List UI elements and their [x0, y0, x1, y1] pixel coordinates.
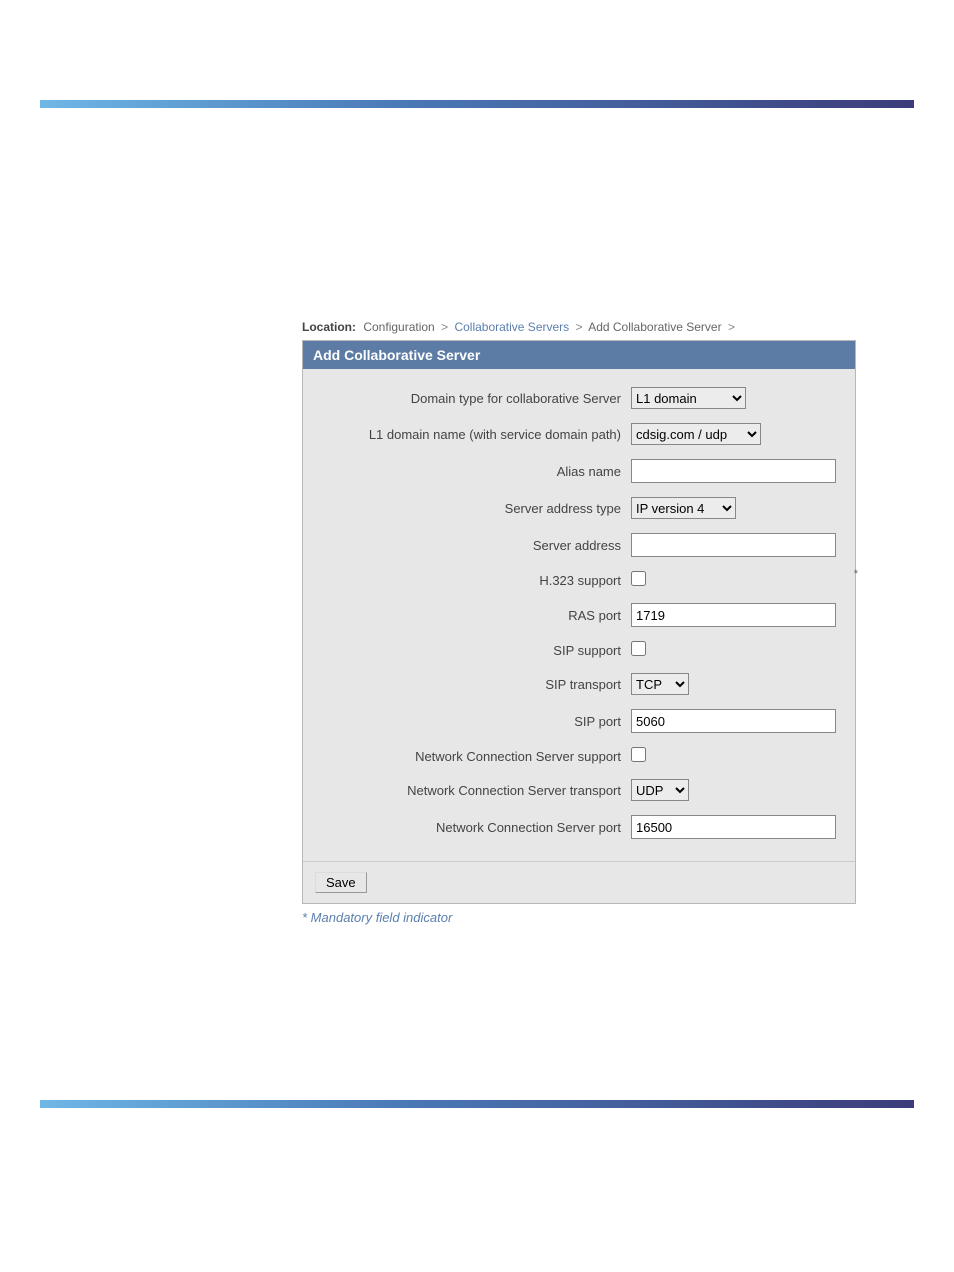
ras-port-input[interactable]	[631, 603, 836, 627]
mandatory-asterisk-icon: *	[854, 568, 858, 580]
breadcrumb-item-configuration: Configuration	[363, 320, 434, 334]
add-collaborative-server-panel: Add Collaborative Server Domain type for…	[302, 340, 856, 904]
row-domain-type: Domain type for collaborative Server L1 …	[321, 387, 837, 409]
breadcrumb-sep: >	[441, 320, 448, 334]
mandatory-field-note: * Mandatory field indicator	[302, 910, 856, 925]
server-address-type-select[interactable]: IP version 4	[631, 497, 736, 519]
domain-type-select[interactable]: L1 domain	[631, 387, 746, 409]
row-sip-transport: SIP transport TCP	[321, 673, 837, 695]
save-row: Save	[303, 861, 855, 903]
row-l1-domain-name: L1 domain name (with service domain path…	[321, 423, 837, 445]
row-sip-support: SIP support	[321, 641, 837, 659]
breadcrumb-link-collaborative-servers[interactable]: Collaborative Servers	[454, 320, 569, 334]
label-server-address-type: Server address type	[321, 501, 631, 516]
breadcrumb: Location: Configuration > Collaborative …	[302, 320, 856, 334]
row-alias-name: Alias name	[321, 459, 837, 483]
breadcrumb-item-add-collaborative-server: Add Collaborative Server	[588, 320, 721, 334]
form-body: Domain type for collaborative Server L1 …	[303, 369, 855, 861]
alias-name-input[interactable]	[631, 459, 836, 483]
l1-domain-name-select[interactable]: cdsig.com / udp	[631, 423, 761, 445]
label-ncs-support: Network Connection Server support	[321, 749, 631, 764]
label-l1-domain-name: L1 domain name (with service domain path…	[321, 427, 631, 442]
top-gradient-bar	[40, 100, 914, 108]
label-ncs-transport: Network Connection Server transport	[321, 783, 631, 798]
breadcrumb-sep: >	[576, 320, 583, 334]
row-server-address-type: Server address type IP version 4	[321, 497, 837, 519]
label-sip-port: SIP port	[321, 714, 631, 729]
ncs-port-input[interactable]	[631, 815, 836, 839]
label-sip-transport: SIP transport	[321, 677, 631, 692]
label-alias-name: Alias name	[321, 464, 631, 479]
label-h323-support: H.323 support	[321, 573, 631, 588]
h323-support-checkbox[interactable]	[631, 571, 646, 586]
label-ncs-port: Network Connection Server port	[321, 820, 631, 835]
bottom-gradient-bar	[40, 1100, 914, 1108]
row-server-address: Server address	[321, 533, 837, 557]
row-ncs-support: Network Connection Server support	[321, 747, 837, 765]
ncs-support-checkbox[interactable]	[631, 747, 646, 762]
label-server-address: Server address	[321, 538, 631, 553]
form-panel-container: Location: Configuration > Collaborative …	[302, 320, 856, 925]
row-ras-port: RAS port	[321, 603, 837, 627]
ncs-transport-select[interactable]: UDP	[631, 779, 689, 801]
row-h323-support: H.323 support	[321, 571, 837, 589]
server-address-input[interactable]	[631, 533, 836, 557]
breadcrumb-label: Location:	[302, 320, 356, 334]
sip-transport-select[interactable]: TCP	[631, 673, 689, 695]
save-button[interactable]: Save	[315, 872, 367, 893]
label-sip-support: SIP support	[321, 643, 631, 658]
breadcrumb-sep: >	[728, 320, 735, 334]
panel-title: Add Collaborative Server	[303, 341, 855, 369]
sip-port-input[interactable]	[631, 709, 836, 733]
label-domain-type: Domain type for collaborative Server	[321, 391, 631, 406]
row-ncs-transport: Network Connection Server transport UDP	[321, 779, 837, 801]
row-sip-port: SIP port	[321, 709, 837, 733]
label-ras-port: RAS port	[321, 608, 631, 623]
row-ncs-port: Network Connection Server port	[321, 815, 837, 839]
sip-support-checkbox[interactable]	[631, 641, 646, 656]
